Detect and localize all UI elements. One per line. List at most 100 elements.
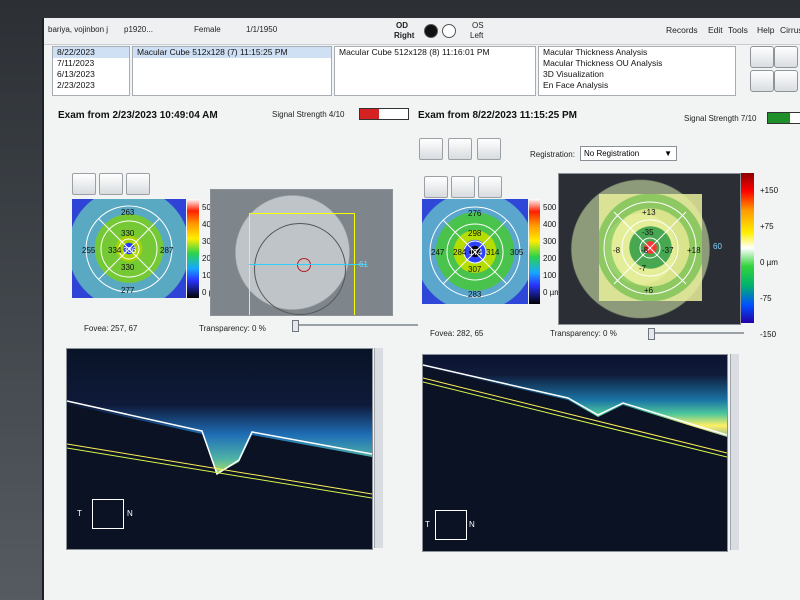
exam-date-item[interactable]: 2/23/2023: [53, 80, 129, 91]
thickness-value: 298: [468, 229, 482, 238]
patient-name: bariya, vojinbon j: [48, 25, 109, 34]
scan-marker: 61: [359, 260, 368, 269]
thickness-value: 336: [123, 246, 137, 255]
analysis-item[interactable]: En Face Analysis: [539, 80, 735, 91]
thickness-value: 307: [468, 265, 482, 274]
exam-date-list[interactable]: 8/22/2023 7/11/2023 6/13/2023 2/23/2023: [52, 46, 130, 96]
eye-selector[interactable]: [424, 22, 464, 38]
right-colorbar: [529, 199, 540, 304]
change-value: +6: [644, 286, 654, 295]
change-value: -35: [642, 228, 654, 237]
registration-label: Registration:: [530, 150, 575, 159]
right-transparency-handle[interactable]: [648, 328, 655, 340]
settings-icon[interactable]: [774, 46, 798, 68]
tool-link-icon[interactable]: [419, 138, 443, 160]
orientation-box: [92, 499, 124, 529]
right-label[interactable]: Right: [394, 31, 414, 40]
print-icon[interactable]: [750, 70, 774, 92]
scan-item[interactable]: Macular Cube 512x128 (8) 11:16:01 PM: [335, 47, 535, 58]
thickness-value: 255: [82, 246, 96, 255]
change-value: +13: [642, 208, 656, 217]
menu-cirrus[interactable]: Cirrus: [780, 25, 800, 35]
thickness-value: 277: [121, 286, 135, 295]
menu-edit[interactable]: Edit: [708, 25, 723, 35]
scan-line: [249, 264, 367, 265]
thickness-value: 247: [431, 248, 445, 257]
tool-image-icon[interactable]: [477, 138, 501, 160]
left-signal-fill: [360, 109, 380, 119]
thickness-value: 174: [469, 248, 483, 257]
left-scan-scrollbar[interactable]: [374, 348, 383, 548]
right-signal-meter: [767, 112, 800, 124]
scan-list-left[interactable]: Macular Cube 512x128 (7) 11:15:25 PM: [132, 46, 332, 96]
registration-value: No Registration: [584, 149, 640, 158]
right-view-eye-icon[interactable]: [478, 176, 502, 198]
orientation-n: N: [469, 520, 475, 529]
thickness-value: 284: [453, 248, 467, 257]
thickness-value: 334: [108, 246, 122, 255]
os-eye-icon[interactable]: [442, 24, 456, 38]
left-view-eye-icon[interactable]: [126, 173, 150, 195]
chevron-down-icon: ▼: [664, 149, 672, 158]
patient-id: p1920...: [124, 25, 153, 34]
left-transparency-slider[interactable]: [292, 324, 418, 326]
change-scale-label: +150: [760, 186, 779, 195]
left-view-target-icon[interactable]: [72, 173, 96, 195]
left-label[interactable]: Left: [470, 31, 483, 40]
exam-date-item[interactable]: 6/13/2023: [53, 69, 129, 80]
exam-date-item[interactable]: 7/11/2023: [53, 58, 129, 69]
left-signal-label: Signal Strength 4/10: [272, 110, 345, 119]
thickness-value: 305: [510, 248, 524, 257]
patient-dob: 1/1/1950: [246, 25, 278, 34]
patient-sex: Female: [194, 25, 221, 34]
right-scan-scrollbar[interactable]: [730, 354, 739, 550]
menu-records[interactable]: Records: [666, 25, 698, 35]
export-icon[interactable]: [774, 70, 798, 92]
save-icon[interactable]: [750, 46, 774, 68]
change-scale-labels: +150 +75 0 µm -75 -150: [760, 173, 778, 353]
menu-help[interactable]: Help: [757, 25, 774, 35]
right-transparency-slider[interactable]: [648, 332, 744, 334]
right-oct-bscan: T N: [422, 354, 728, 552]
change-scale-label: +75: [760, 222, 774, 231]
right-view-target-icon[interactable]: [424, 176, 448, 198]
os-label[interactable]: OS: [472, 21, 484, 30]
orientation-t: T: [77, 509, 82, 518]
thickness-value: 283: [468, 290, 482, 299]
change-value: -7: [639, 264, 647, 273]
scan-list-right[interactable]: Macular Cube 512x128 (8) 11:16:01 PM: [334, 46, 536, 96]
orientation-t: T: [425, 520, 430, 529]
fovea-marker: [297, 258, 311, 272]
left-view-overlay-icon[interactable]: [99, 173, 123, 195]
change-value: -8: [613, 246, 621, 255]
thickness-value: 287: [160, 246, 174, 255]
registration-dropdown[interactable]: No Registration ▼: [580, 146, 677, 161]
right-fovea-label: Fovea: 282, 65: [430, 329, 484, 338]
analysis-item[interactable]: 3D Visualization: [539, 69, 735, 80]
analysis-list[interactable]: Macular Thickness Analysis Macular Thick…: [538, 46, 736, 96]
left-thickness-map: 263 330 255 334 336 287 277 330: [72, 199, 186, 298]
left-signal-meter: [359, 108, 409, 120]
patient-header-bar: bariya, vojinbon j p1920... Female 1/1/1…: [44, 18, 800, 45]
exam-date-item[interactable]: 8/22/2023: [53, 47, 129, 58]
change-scale-label: -150: [760, 330, 777, 339]
application-window: bariya, vojinbon j p1920... Female 1/1/1…: [42, 18, 800, 600]
menu-tools[interactable]: Tools: [728, 25, 748, 35]
right-view-overlay-icon[interactable]: [451, 176, 475, 198]
orientation-n: N: [127, 509, 133, 518]
left-colorbar: [187, 199, 199, 298]
thickness-value: 276: [468, 209, 482, 218]
right-signal-fill: [768, 113, 791, 123]
right-change-map: +13 -35 -8 -37 +18 +6 -7 -8 60: [558, 173, 741, 325]
right-signal-label: Signal Strength 7/10: [684, 114, 757, 123]
od-label[interactable]: OD: [396, 21, 408, 30]
scan-item[interactable]: Macular Cube 512x128 (7) 11:15:25 PM: [133, 47, 331, 58]
od-eye-icon[interactable]: [424, 24, 438, 38]
tool-layers-icon[interactable]: [448, 138, 472, 160]
orientation-box: [435, 510, 467, 540]
analysis-item[interactable]: Macular Thickness OU Analysis: [539, 58, 735, 69]
right-exam-title: Exam from 8/22/2023 11:15:25 PM: [418, 110, 577, 121]
analysis-item[interactable]: Macular Thickness Analysis: [539, 47, 735, 58]
left-transparency-handle[interactable]: [292, 320, 299, 332]
left-exam-title: Exam from 2/23/2023 10:49:04 AM: [58, 110, 218, 121]
